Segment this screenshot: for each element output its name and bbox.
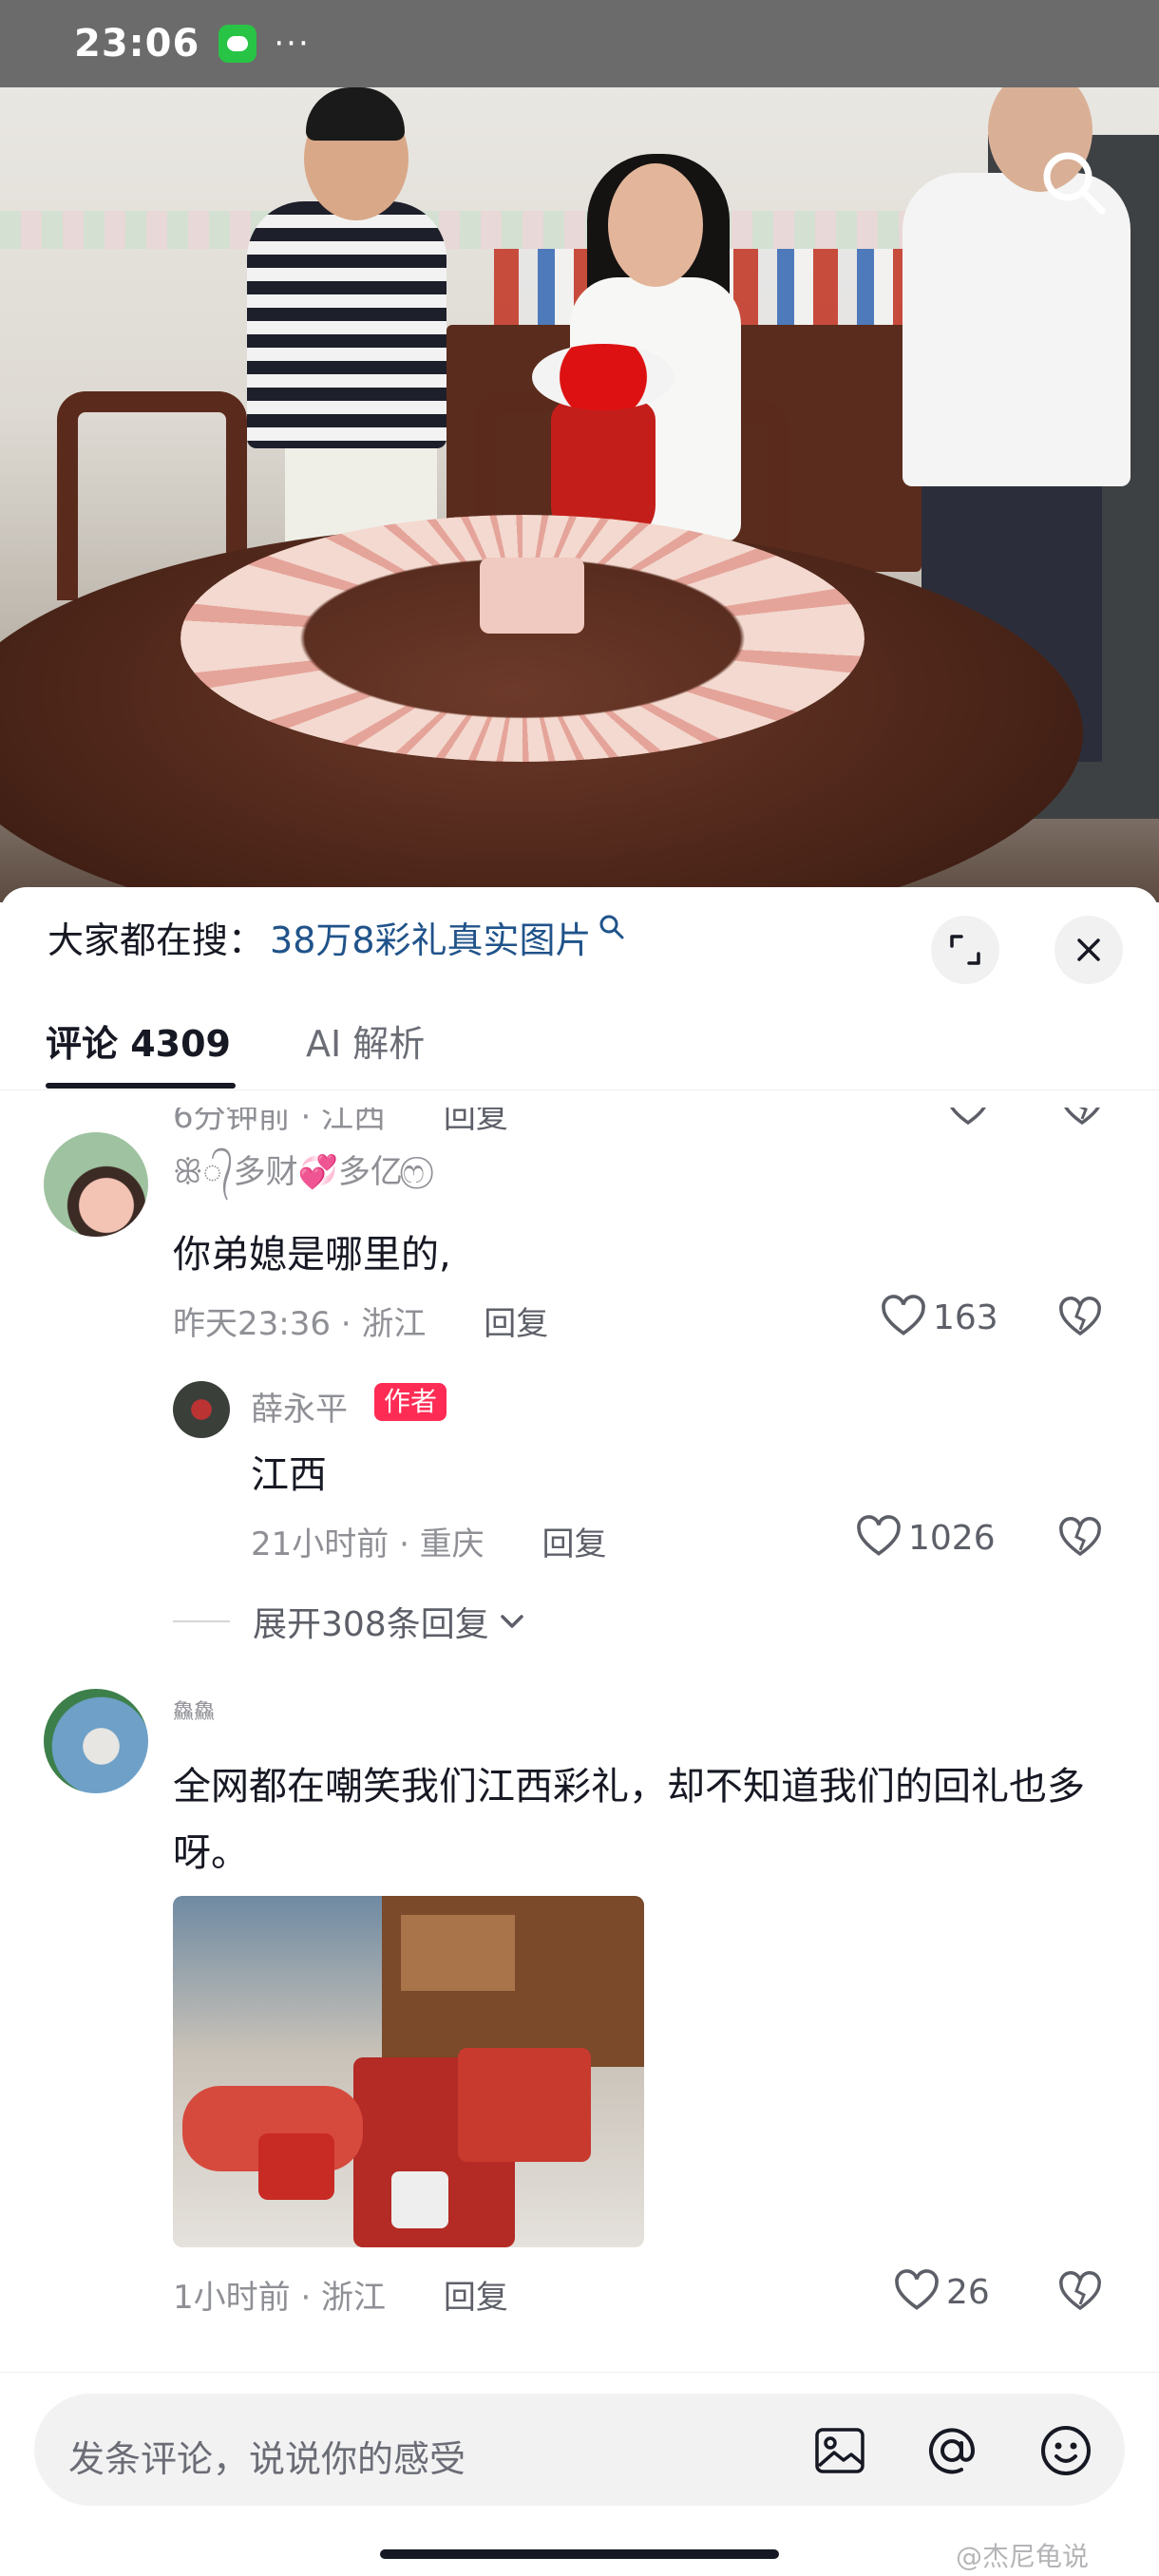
like-button[interactable]: 163	[880, 1294, 998, 1341]
comment-meta: 昨天23:36 · 浙江 回复	[173, 1297, 548, 1344]
money-ring	[180, 515, 864, 762]
comment-text: 全网都在嘲笑我们江西彩礼，却不知道我们的回礼也多呀。	[173, 1765, 1085, 1875]
search-suggestion-bar: 大家都在搜： 38万8彩礼真实图片	[0, 887, 1159, 986]
avatar[interactable]	[173, 1381, 230, 1438]
status-time: 23:06	[74, 22, 200, 66]
reply-text: 江西	[251, 1453, 327, 1497]
image-icon[interactable]	[811, 2422, 868, 2479]
search-suggestion-label: 大家都在搜：	[48, 919, 265, 961]
search-icon[interactable]	[598, 913, 626, 941]
search-icon[interactable]	[1036, 144, 1112, 220]
comment-input-bar: 发条评论，说说你的感受 @杰尼龟说	[0, 2372, 1159, 2576]
woman-head	[608, 163, 703, 287]
man-left-shirt	[247, 201, 446, 448]
reply-button[interactable]: 回复	[444, 2279, 508, 2314]
divider	[173, 1620, 230, 1622]
reply-button[interactable]: 回复	[444, 1108, 508, 1136]
comment-sheet: 大家都在搜： 38万8彩礼真实图片 评论 4309 AI 解析 6分钟前 · 江…	[0, 887, 1159, 2576]
avatar[interactable]	[44, 1689, 148, 1793]
comment-text: 你弟媳是哪里的,	[173, 1233, 451, 1277]
like-count: 1026	[908, 1518, 996, 1558]
at-icon[interactable]	[923, 2422, 980, 2479]
video-player[interactable]	[0, 87, 1159, 902]
author-badge: 作者	[374, 1383, 447, 1421]
status-bar: 23:06 ···	[0, 0, 1159, 87]
watermark: @杰尼龟说	[956, 2541, 1090, 2572]
heart-icon	[882, 1295, 925, 1335]
heart-icon	[895, 2269, 939, 2310]
comment-image[interactable]	[173, 1896, 644, 2247]
comment-time-location: 昨天23:36 · 浙江	[173, 1305, 427, 1343]
broken-heart-icon[interactable]	[1059, 1108, 1105, 1130]
heart-icon	[857, 1515, 901, 1556]
broken-heart-icon[interactable]	[1057, 1296, 1103, 1341]
like-count: 26	[946, 2272, 990, 2312]
gift	[258, 2133, 334, 2200]
comment-meta: 1小时前 · 浙江 回复	[173, 2271, 508, 2314]
comment-input[interactable]: 发条评论，说说你的感受	[34, 2394, 1125, 2506]
gift	[391, 2171, 448, 2228]
broken-heart-icon[interactable]	[1057, 2270, 1103, 2314]
chevron-down-icon	[500, 1615, 523, 1628]
comment-nickname[interactable]: ꕥ᭄多财💞多亿ෆ⃝	[173, 1146, 425, 1206]
close-icon	[1077, 938, 1100, 961]
comment-tabs: 评论 4309 AI 解析	[0, 986, 1159, 1090]
expand-replies-button[interactable]: 展开308条回复	[173, 1597, 529, 1646]
emoji-icon[interactable]	[1037, 2422, 1094, 2479]
like-button[interactable]: 1026	[855, 1514, 996, 1562]
man-left-hair	[306, 87, 405, 141]
reply-meta: 21小时前 · 重庆 回复	[251, 1518, 607, 1564]
avatar[interactable]	[44, 1132, 148, 1237]
home-indicator[interactable]	[380, 2549, 779, 2559]
reply-button[interactable]: 回复	[484, 1305, 548, 1343]
reply-nickname[interactable]: 薛永平	[251, 1383, 348, 1430]
heart-icon[interactable]	[945, 1108, 991, 1130]
comment-time-location: 1小时前 · 浙江	[173, 2279, 387, 2314]
close-button[interactable]	[1054, 916, 1123, 984]
reply-button[interactable]: 回复	[542, 1525, 607, 1563]
comment-nickname[interactable]: 鱻鱻	[173, 1695, 215, 1725]
expand-icon	[950, 935, 980, 965]
status-more-dots: ···	[274, 25, 311, 63]
like-count: 163	[933, 1297, 998, 1337]
comment-meta: 6分钟前 · 江西 回复	[173, 1108, 508, 1137]
search-suggestion-link[interactable]: 38万8彩礼真实图片	[270, 911, 592, 963]
furniture	[401, 1915, 515, 1991]
tab-comments[interactable]: 评论 4309	[46, 1014, 231, 1067]
comment-time-location: 6分钟前 · 江西	[173, 1108, 387, 1136]
broken-heart-icon[interactable]	[1057, 1516, 1103, 1562]
comment-list[interactable]: 6分钟前 · 江西 回复 ꕥ᭄多财💞多亿ෆ⃝ 你弟媳是哪里的, 昨天23:36 …	[0, 1108, 1159, 2314]
expand-replies-label: 展开308条回复	[253, 1605, 489, 1644]
chat-notification-icon	[218, 25, 257, 63]
rose-bouquet	[532, 344, 674, 410]
reply-time-location: 21小时前 · 重庆	[251, 1525, 484, 1563]
like-button[interactable]: 26	[893, 2268, 990, 2314]
tab-ai-analysis[interactable]: AI 解析	[306, 1014, 425, 1067]
expand-button[interactable]	[931, 916, 999, 984]
active-tab-indicator	[46, 1083, 236, 1089]
money-stack-center	[480, 558, 584, 634]
gift	[458, 2048, 591, 2162]
comment-input-placeholder: 发条评论，说说你的感受	[68, 2438, 466, 2480]
